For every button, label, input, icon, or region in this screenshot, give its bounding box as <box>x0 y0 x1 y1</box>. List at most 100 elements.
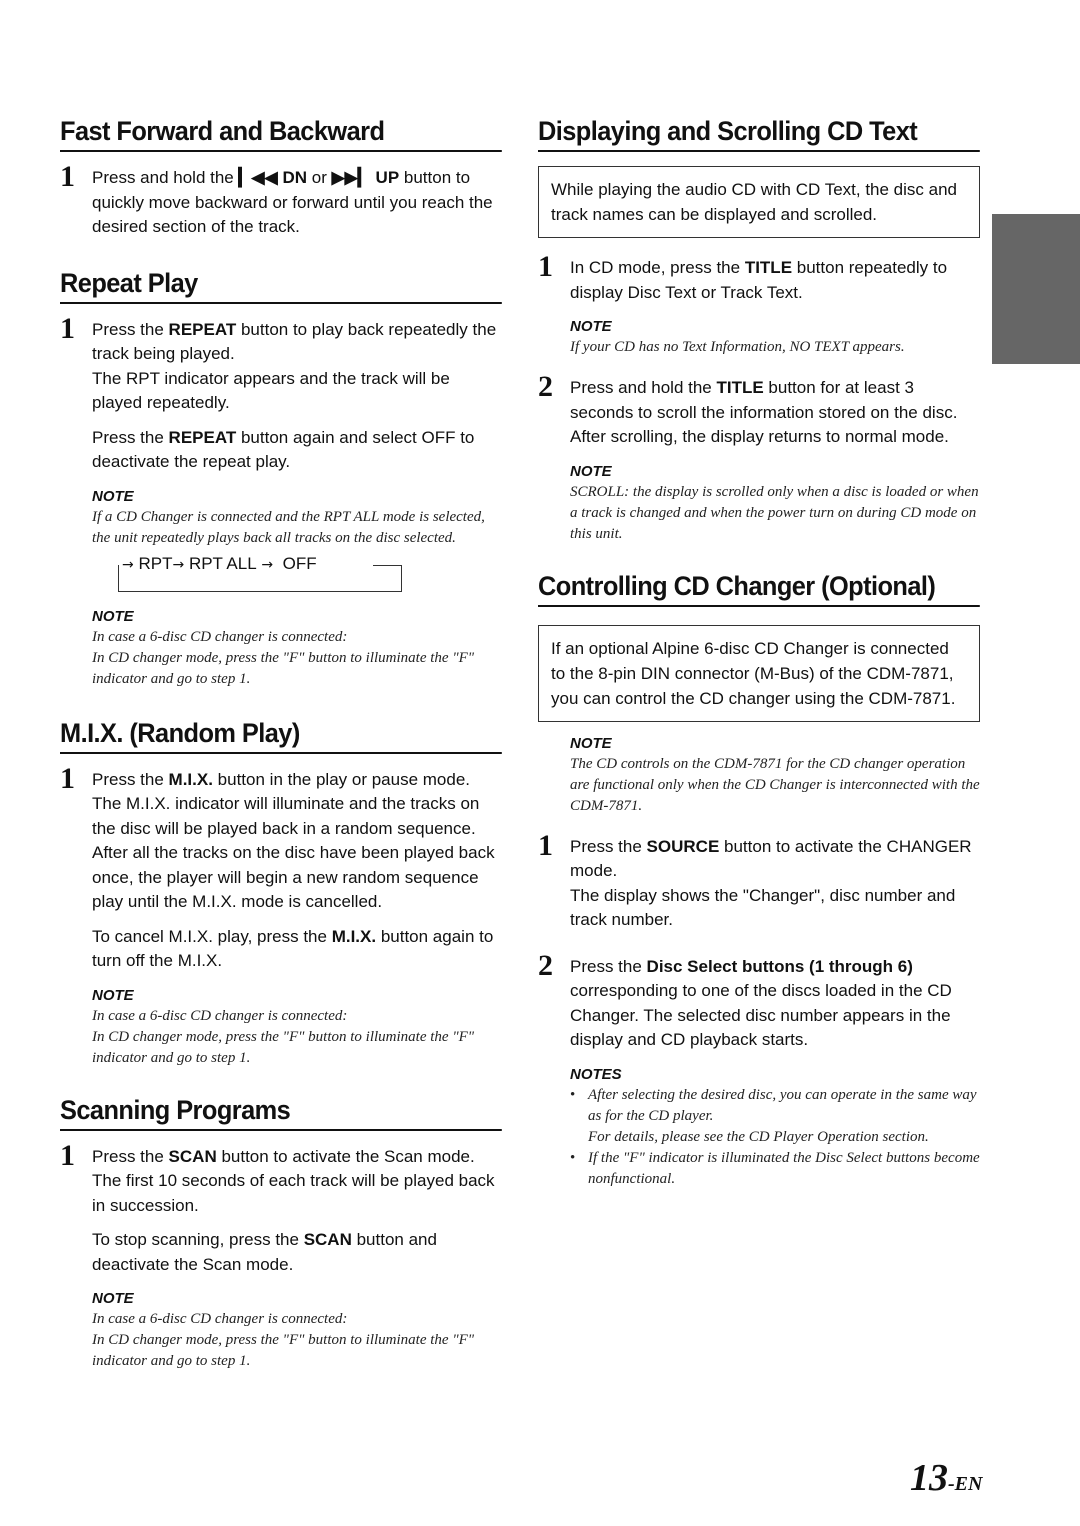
note-text: In CD changer mode, press the "F" button… <box>92 1332 475 1369</box>
step-number: 1 <box>60 311 75 345</box>
step-text: In CD mode, press the <box>570 258 745 277</box>
intro-box: While playing the audio CD with CD Text,… <box>538 166 980 238</box>
note-heading: NOTES <box>570 1065 622 1083</box>
step-text: Press the <box>92 319 169 339</box>
button-name: REPEAT <box>168 427 237 447</box>
note: NOTE If a CD Changer is connected and th… <box>60 487 502 549</box>
note-text: In case a 6-disc CD changer is connected… <box>92 1311 348 1327</box>
step-number: 1 <box>60 1138 75 1172</box>
step-number: 1 <box>60 761 75 795</box>
text: Press the <box>92 427 169 447</box>
page-number-value: 13 <box>910 1457 948 1499</box>
button-name: SOURCE <box>646 836 720 856</box>
step-text: button to activate the Scan mode. <box>216 1146 475 1166</box>
step-number: 2 <box>538 370 553 403</box>
section-title: Repeat Play <box>60 266 503 304</box>
paragraph: To stop scanning, press the SCAN button … <box>60 1228 502 1277</box>
step-2: 2 Press and hold the TITLE button for at… <box>538 370 980 450</box>
section-cd-text: Displaying and Scrolling CD Text While p… <box>538 114 981 545</box>
note-heading: NOTE <box>92 1290 134 1307</box>
note-text: In CD changer mode, press the "F" button… <box>92 649 475 687</box>
cycle-item: RPT <box>138 553 173 573</box>
note: NOTE The CD controls on the CDM-7871 for… <box>538 734 980 817</box>
button-name: Disc Select buttons (1 through 6) <box>646 956 913 976</box>
section-fast-forward: Fast Forward and Backward 1 Press and ho… <box>60 114 503 240</box>
note: NOTE SCROLL: the display is scrolled onl… <box>538 462 980 545</box>
text: To cancel M.I.X. play, press the <box>92 926 332 946</box>
text: To stop scanning, press the <box>92 1230 304 1249</box>
section-title: Fast Forward and Backward <box>60 114 503 152</box>
step-text: The M.I.X. indicator will illuminate and… <box>92 794 495 911</box>
left-column: Fast Forward and Backward 1 Press and ho… <box>60 114 503 1373</box>
button-name: DN <box>282 168 308 187</box>
button-name: M.I.X. <box>331 926 377 946</box>
button-name: UP <box>375 168 400 187</box>
step-2: 2 Press the Disc Select buttons (1 throu… <box>538 949 980 1053</box>
step-text: After scrolling, the display returns to … <box>570 427 949 446</box>
section-title: M.I.X. (Random Play) <box>60 716 503 754</box>
step-1: 1 Press the REPEAT button to play back r… <box>60 312 502 416</box>
step-1: 1 Press the SOURCE button to activate th… <box>538 829 980 933</box>
note: NOTE In case a 6-disc CD changer is conn… <box>60 986 502 1069</box>
note-heading: NOTE <box>570 318 612 335</box>
button-name: TITLE <box>744 258 793 277</box>
button-name: TITLE <box>716 378 764 397</box>
arrow-right-icon: → <box>261 556 274 573</box>
button-name: REPEAT <box>168 319 237 339</box>
button-name: M.I.X. <box>168 769 213 789</box>
notes: NOTES After selecting the desired disc, … <box>538 1065 980 1190</box>
step-number: 1 <box>60 160 75 193</box>
skip-back-icon: ▎◀◀ <box>238 168 278 187</box>
arrow-right-icon: → <box>122 556 134 573</box>
note-text: In case a 6-disc CD changer is connected… <box>92 628 348 645</box>
note-bullet: After selecting the desired disc, you ca… <box>570 1085 980 1148</box>
step-number: 2 <box>538 948 553 982</box>
step-text: The first 10 seconds of each track will … <box>92 1171 495 1215</box>
button-name: SCAN <box>303 1230 352 1249</box>
section-title: Scanning Programs <box>60 1093 503 1131</box>
note-text: For details, please see the CD Player Op… <box>588 1128 929 1145</box>
cycle-line <box>373 564 401 566</box>
step-1: 1 In CD mode, press the TITLE button rep… <box>538 250 980 305</box>
arrow-right-icon: → <box>172 556 185 573</box>
section-scanning: Scanning Programs 1 Press the SCAN butto… <box>60 1093 503 1373</box>
skip-forward-icon: ▶▶▎ <box>331 168 371 187</box>
step-text: Press and hold the <box>92 168 239 187</box>
note-heading: NOTE <box>92 487 134 505</box>
section-title: Displaying and Scrolling CD Text <box>538 114 981 152</box>
paragraph: Press the REPEAT button again and select… <box>60 426 502 475</box>
button-name: SCAN <box>168 1146 217 1166</box>
step-text: or <box>307 168 332 187</box>
step-text: corresponding to one of the discs loaded… <box>570 981 952 1049</box>
section-mix: M.I.X. (Random Play) 1 Press the M.I.X. … <box>60 716 503 1069</box>
step-1: 1 Press and hold the ▎◀◀ DN or ▶▶▎ UP bu… <box>60 160 502 240</box>
right-column: Displaying and Scrolling CD Text While p… <box>538 114 981 1190</box>
step-text: Press and hold the <box>570 378 717 397</box>
note-text: In case a 6-disc CD changer is connected… <box>92 1007 348 1024</box>
step-text: Press the <box>570 956 647 976</box>
step-text: Press the <box>92 769 169 789</box>
step-text: Press the <box>92 1146 169 1166</box>
note-text: If your CD has no Text Information, NO T… <box>570 339 905 355</box>
section-repeat-play: Repeat Play 1 Press the REPEAT button to… <box>60 266 503 690</box>
section-cd-changer: Controlling CD Changer (Optional) If an … <box>538 569 981 1190</box>
note: NOTE In case a 6-disc CD changer is conn… <box>60 607 502 690</box>
note-bullet: If the "F" indicator is illuminated the … <box>570 1148 980 1190</box>
step-text: button in the play or pause mode. <box>212 769 471 789</box>
note-heading: NOTE <box>570 734 612 752</box>
step-number: 1 <box>538 828 553 862</box>
section-tab-marker <box>992 214 1080 364</box>
page-language-suffix: -EN <box>948 1473 983 1495</box>
note: NOTE If your CD has no Text Information,… <box>538 317 980 358</box>
step-1: 1 Press the M.I.X. button in the play or… <box>60 762 502 915</box>
cycle-item: OFF <box>282 553 317 573</box>
note-heading: NOTE <box>570 462 612 480</box>
step-number: 1 <box>538 250 553 283</box>
cycle-item: RPT ALL <box>188 553 257 573</box>
cycle-labels: → RPT→ RPT ALL → OFF <box>120 552 324 576</box>
note-text: If a CD Changer is connected and the RPT… <box>92 508 485 546</box>
note-text: SCROLL: the display is scrolled only whe… <box>570 483 979 542</box>
intro-box: If an optional Alpine 6-disc CD Changer … <box>538 624 980 722</box>
note-heading: NOTE <box>92 986 134 1004</box>
note-text: If the "F" indicator is illuminated the … <box>588 1149 980 1187</box>
